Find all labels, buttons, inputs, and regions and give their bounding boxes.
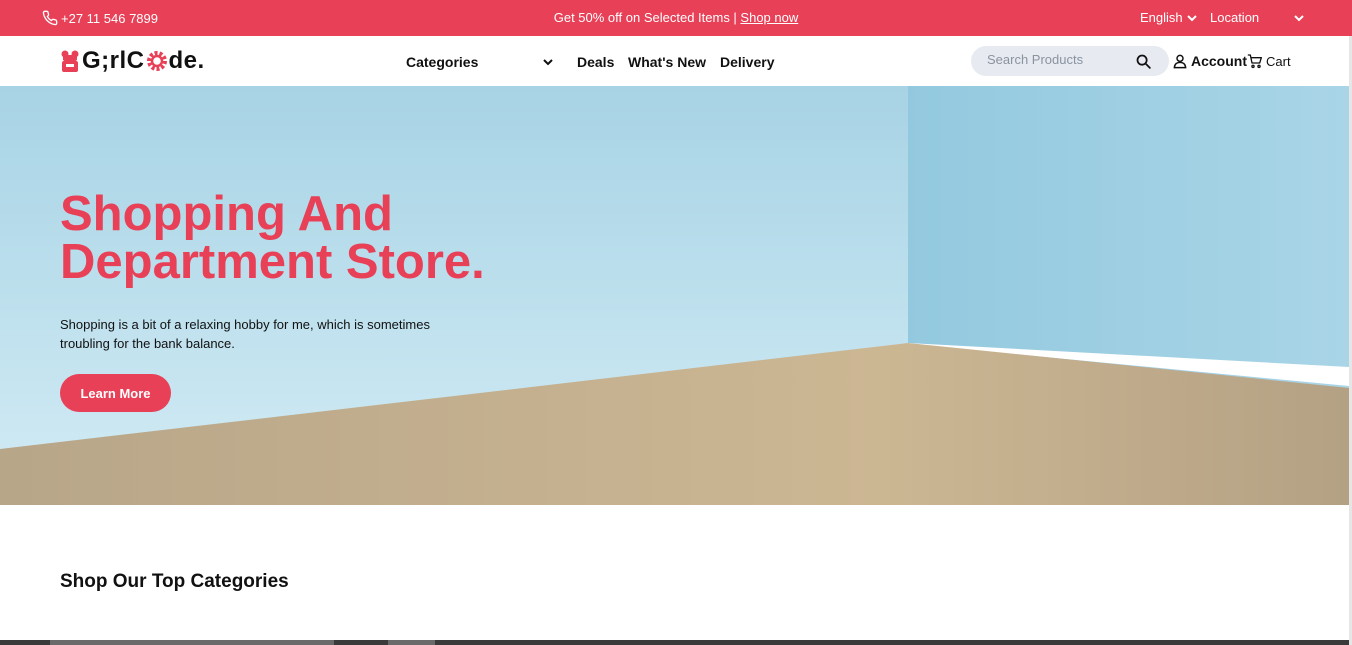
logo-text-end: de.: [168, 47, 205, 74]
account-link[interactable]: Account: [1172, 53, 1247, 69]
language-label: English: [1140, 10, 1183, 25]
nav-link-delivery[interactable]: Delivery: [720, 54, 774, 70]
shop-now-link[interactable]: Shop now: [740, 10, 798, 25]
user-icon: [1173, 54, 1187, 69]
hero-subtitle: Shopping is a bit of a relaxing hobby fo…: [60, 317, 430, 351]
chevron-down-icon[interactable]: [542, 56, 554, 68]
gear-icon: [146, 51, 167, 71]
search-bar: [971, 46, 1169, 76]
chevron-down-icon[interactable]: [1293, 12, 1305, 24]
hero-title-line-1: Shopping And: [60, 187, 393, 241]
cart-label: Cart: [1266, 53, 1291, 69]
logo-mark-icon: [61, 50, 79, 72]
category-card[interactable]: [50, 640, 334, 645]
hero-title: Shopping And Department Store.: [60, 187, 580, 289]
account-label: Account: [1191, 53, 1247, 69]
learn-more-button[interactable]: Learn More: [60, 374, 171, 412]
logo-text-middle: ;rlC: [101, 47, 145, 74]
logo-text-start: G: [82, 47, 102, 74]
cart-link[interactable]: Cart: [1247, 53, 1291, 69]
section-title: Shop Our Top Categories: [60, 571, 289, 592]
cart-icon: [1247, 54, 1262, 69]
language-selector[interactable]: English: [1140, 10, 1198, 25]
categories-dropdown[interactable]: Categories: [406, 54, 478, 70]
hero-title-line-2: Department Store.: [60, 235, 485, 289]
search-icon[interactable]: [1135, 53, 1152, 70]
category-card[interactable]: [388, 640, 435, 645]
hero-banner: Shopping And Department Store. Shopping …: [0, 86, 1349, 505]
hero-background-image: [0, 86, 1349, 505]
logo[interactable]: G ;rlC de.: [60, 47, 205, 75]
nav-link-deals[interactable]: Deals: [577, 54, 614, 70]
search-input[interactable]: [987, 52, 1127, 67]
nav-link-whats-new[interactable]: What's New: [628, 54, 706, 70]
promo-bar: +27 11 546 7899 Get 50% off on Selected …: [0, 0, 1352, 36]
location-selector[interactable]: Location: [1210, 10, 1259, 25]
main-navigation: G ;rlC de. Categories Deals What's New De…: [0, 36, 1352, 86]
chevron-down-icon: [1186, 14, 1197, 21]
category-strip: [0, 640, 1352, 645]
promo-text: Get 50% off on Selected Items |: [553, 10, 741, 25]
